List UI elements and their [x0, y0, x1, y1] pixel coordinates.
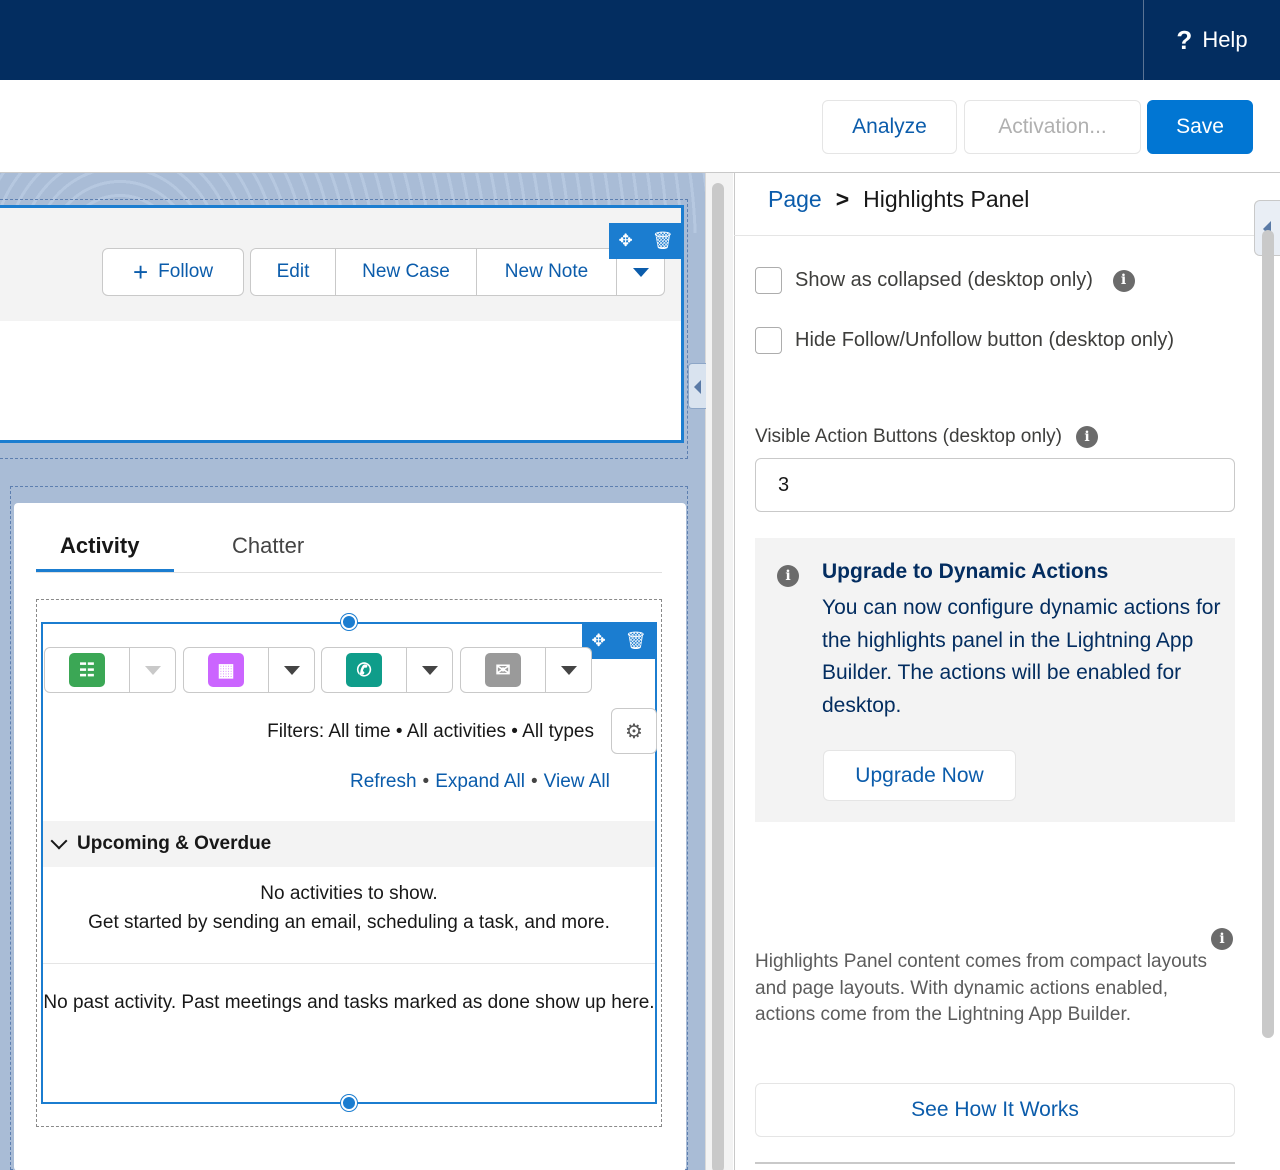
info-icon: i	[777, 565, 799, 587]
upgrade-now-button[interactable]: Upgrade Now	[823, 750, 1016, 801]
show-collapsed-checkbox[interactable]	[755, 267, 782, 294]
show-collapsed-label: Show as collapsed (desktop only)	[795, 269, 1093, 291]
visible-buttons-input[interactable]: 3	[755, 458, 1235, 512]
new-note-button[interactable]: New Note	[477, 248, 617, 296]
highlights-panel-help-text: Highlights Panel content comes from comp…	[755, 951, 1207, 1025]
visible-buttons-label: Visible Action Buttons (desktop only)	[755, 426, 1062, 447]
divider	[755, 1162, 1235, 1164]
refresh-link[interactable]: Refresh	[350, 771, 417, 792]
collapse-panel-toggle[interactable]	[688, 363, 706, 409]
filter-settings-button[interactable]: ⚙	[611, 708, 657, 754]
resize-handle-bottom[interactable]	[341, 1095, 357, 1111]
follow-label: Follow	[158, 261, 214, 282]
properties-scrollbar[interactable]	[1262, 230, 1274, 1038]
move-icon[interactable]: ✥	[619, 231, 633, 251]
activity-links: Refresh • Expand All • View All	[350, 771, 655, 793]
log-call-button[interactable]: ✆	[321, 647, 407, 693]
move-icon[interactable]: ✥	[592, 631, 606, 651]
call-icon: ✆	[346, 653, 382, 687]
save-button[interactable]: Save	[1147, 100, 1253, 154]
publisher-task: ☷	[44, 647, 176, 693]
global-header: ? Help	[0, 0, 1280, 80]
chevron-down-icon	[560, 665, 577, 675]
empty-activities-line1: No activities to show.	[260, 883, 438, 904]
expand-all-link[interactable]: Expand All	[435, 771, 525, 792]
page-canvas: + Follow Edit New Case New Note ✥ 🗑 Acti…	[0, 173, 733, 1170]
event-dropdown[interactable]	[269, 647, 315, 693]
chevron-down-icon	[421, 665, 438, 675]
action-button-group: Edit New Case New Note	[250, 248, 665, 296]
divider	[43, 963, 655, 964]
plus-icon: +	[132, 257, 149, 287]
email-icon: ✉	[485, 653, 521, 687]
component-controls: ✥ 🗑	[609, 223, 683, 259]
breadcrumb-page-link[interactable]: Page	[768, 186, 822, 213]
follow-button[interactable]: + Follow	[102, 248, 244, 296]
empty-activities-line2: Get started by sending an email, schedul…	[88, 912, 610, 933]
tab-activity[interactable]: Activity	[60, 521, 139, 571]
breadcrumb-separator: >	[835, 186, 850, 212]
highlights-panel-component[interactable]: + Follow Edit New Case New Note	[0, 205, 684, 443]
help-label: Help	[1202, 27, 1248, 52]
publisher-event: ▦	[183, 647, 315, 693]
task-icon: ☷	[69, 653, 105, 687]
tab-chatter[interactable]: Chatter	[232, 521, 304, 571]
activity-filters: Filters: All time • All activities • All…	[267, 721, 594, 742]
help-button[interactable]: ? Help	[1143, 0, 1280, 80]
builder-toolbar: Analyze Activation... Save	[0, 80, 1280, 173]
hide-follow-label: Hide Follow/Unfollow button (desktop onl…	[795, 329, 1175, 351]
info-icon[interactable]: i	[1112, 269, 1135, 292]
section-title: Upcoming & Overdue	[77, 833, 272, 854]
publisher-call: ✆	[321, 647, 453, 693]
visible-buttons-field-label: Visible Action Buttons (desktop only) i	[755, 426, 1098, 448]
email-dropdown[interactable]	[546, 647, 592, 693]
chevron-down-icon	[144, 665, 161, 675]
help-icon: ?	[1176, 24, 1193, 55]
activation-button[interactable]: Activation...	[964, 100, 1141, 154]
event-icon: ▦	[208, 653, 244, 687]
resize-handle-top[interactable]	[341, 614, 357, 630]
notice-body: You can now configure dynamic actions fo…	[822, 596, 1221, 717]
gear-icon: ⚙	[625, 720, 643, 743]
new-event-button[interactable]: ▦	[183, 647, 269, 693]
show-collapsed-option: Show as collapsed (desktop only) i	[755, 263, 1205, 298]
upcoming-overdue-section[interactable]: Upcoming & Overdue	[43, 821, 655, 867]
info-icon[interactable]: i	[1211, 928, 1233, 950]
breadcrumb: Page > Highlights Panel	[768, 186, 1029, 213]
separator: •	[530, 771, 538, 792]
tab-divider	[36, 572, 662, 573]
chevron-down-icon	[632, 267, 649, 277]
call-dropdown[interactable]	[407, 647, 453, 693]
new-task-button[interactable]: ☷	[44, 647, 130, 693]
info-icon[interactable]: i	[1076, 426, 1098, 448]
chevron-down-icon	[50, 832, 68, 850]
task-dropdown[interactable]	[130, 647, 176, 693]
see-how-it-works-button[interactable]: See How It Works	[755, 1083, 1235, 1137]
chevron-down-icon	[283, 665, 300, 675]
send-email-button[interactable]: ✉	[460, 647, 546, 693]
delete-icon[interactable]: 🗑	[625, 631, 647, 651]
publisher-email: ✉	[460, 647, 592, 693]
hide-follow-checkbox[interactable]	[755, 327, 782, 354]
past-activity-text: No past activity. Past meetings and task…	[43, 992, 655, 1013]
view-all-link[interactable]: View All	[544, 771, 610, 792]
new-case-button[interactable]: New Case	[336, 248, 477, 296]
separator: •	[422, 771, 430, 792]
hide-follow-option: Hide Follow/Unfollow button (desktop onl…	[755, 323, 1195, 358]
notice-title: Upgrade to Dynamic Actions	[822, 560, 1109, 583]
analyze-button[interactable]: Analyze	[822, 100, 957, 154]
panel-divider	[734, 235, 1254, 236]
activity-controls: ✥ 🗑	[582, 623, 656, 659]
delete-icon[interactable]: 🗑	[652, 231, 674, 251]
edit-button[interactable]: Edit	[250, 248, 336, 296]
breadcrumb-current: Highlights Panel	[863, 186, 1030, 212]
canvas-scrollbar[interactable]	[712, 183, 724, 1170]
